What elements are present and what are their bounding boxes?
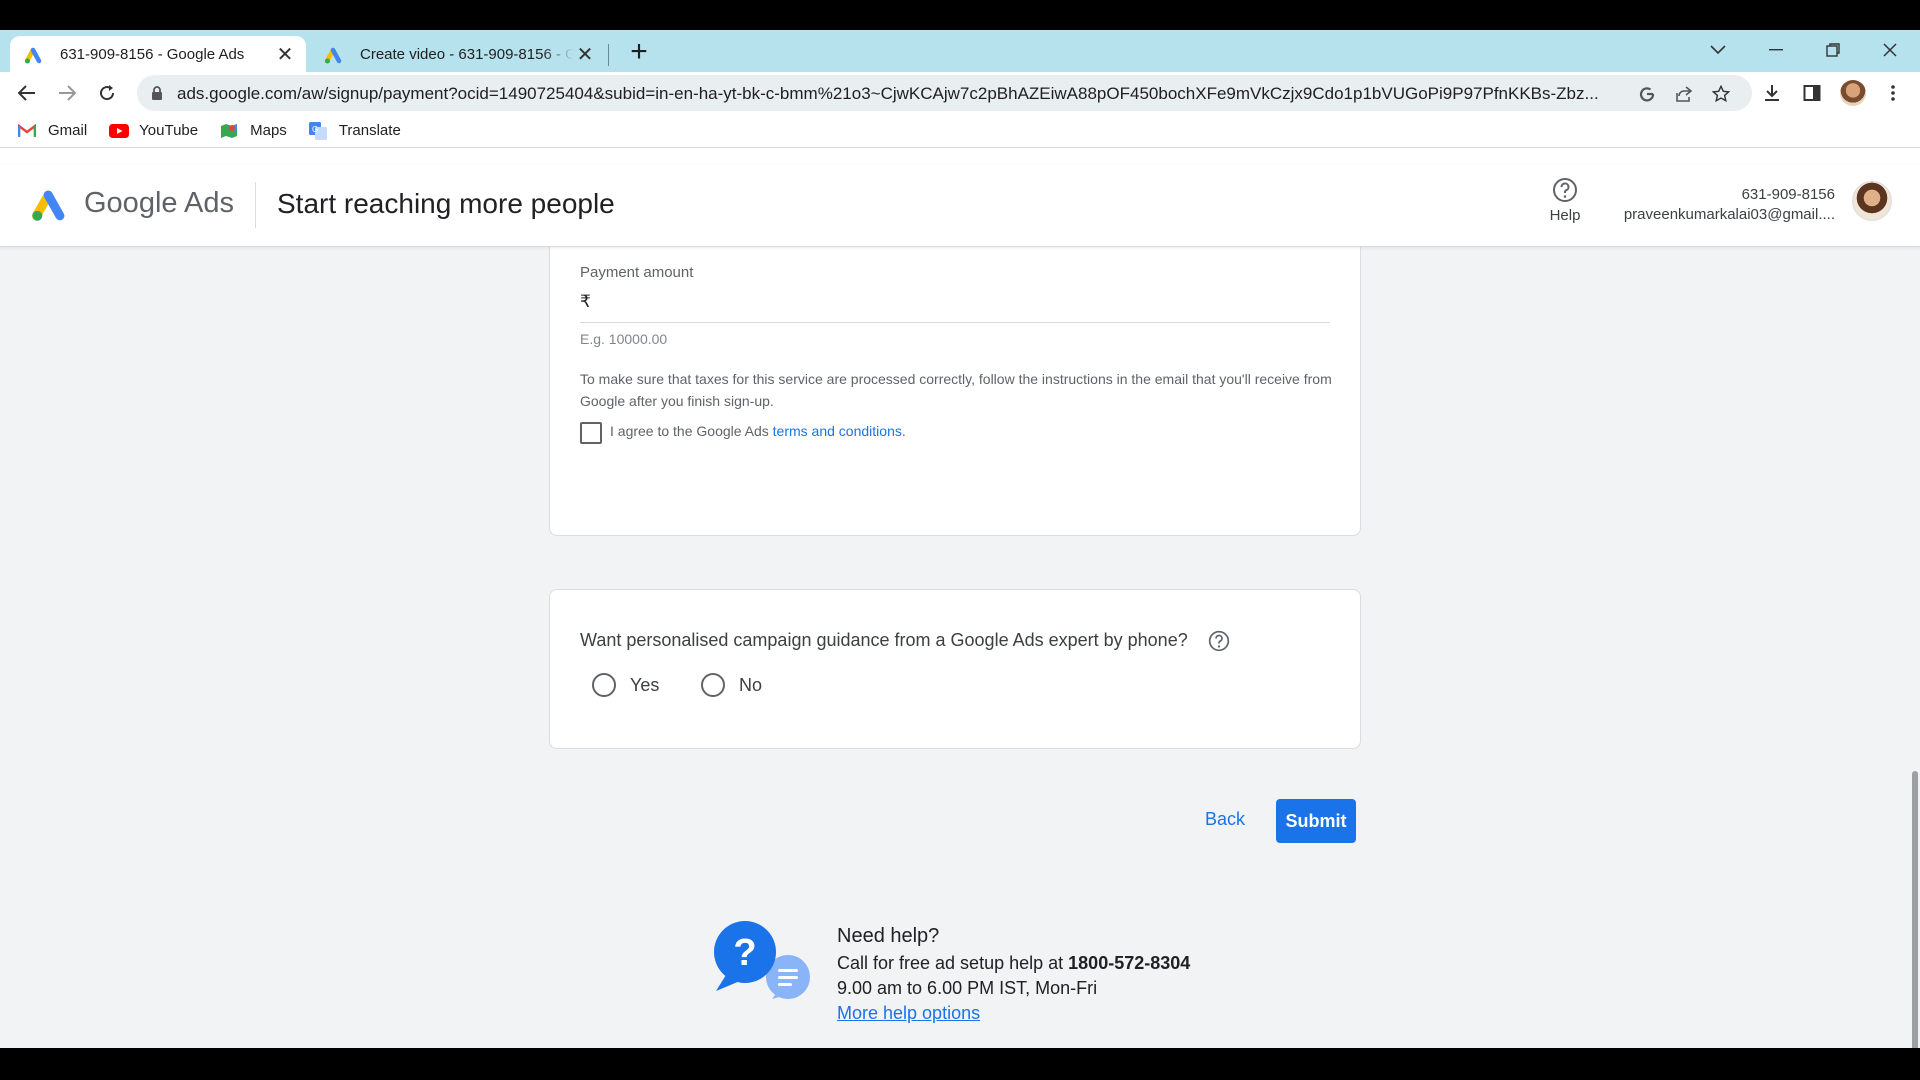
page-title: Start reaching more people (277, 188, 615, 219)
bookmark-translate[interactable]: G Translate (308, 121, 401, 140)
payment-amount-label: Payment amount (580, 264, 694, 281)
bookmarks-bar: Gmail YouTube Maps G Translate (0, 114, 1920, 148)
share-icon[interactable] (1672, 82, 1696, 106)
terms-link[interactable]: terms and conditions (773, 423, 902, 439)
tab-title: Create video - 631-909-8156 - Goo (360, 45, 574, 63)
help-label: Help (1549, 207, 1581, 224)
help-hours: 9.00 am to 6.00 PM IST, Mon-Fri (837, 978, 1098, 998)
svg-text:?: ? (733, 932, 756, 974)
scrollbar-thumb[interactable] (1912, 771, 1918, 1048)
guidance-question: Want personalised campaign guidance from… (580, 630, 1188, 650)
bookmark-youtube[interactable]: YouTube (109, 122, 198, 139)
bookmark-label: YouTube (139, 122, 199, 139)
tab-separator (608, 44, 609, 66)
radio-yes[interactable]: Yes (592, 673, 659, 697)
tab-create-video[interactable]: Create video - 631-909-8156 - Goo ✕ (316, 36, 606, 72)
google-ads-favicon-icon (324, 43, 346, 65)
reload-icon[interactable] (92, 78, 122, 108)
bookmark-label: Gmail (48, 122, 88, 139)
google-ads-favicon-icon (24, 43, 46, 65)
google-lens-icon[interactable] (1635, 82, 1659, 106)
brand-ads: Ads (183, 187, 234, 219)
radio-yes-label: Yes (630, 674, 660, 695)
need-help-block: Need help? Call for free ad setup help a… (837, 924, 1190, 1026)
radio-no[interactable]: No (701, 673, 762, 697)
gmail-icon (18, 123, 38, 139)
help-circle-icon (1552, 177, 1578, 203)
side-panel-icon[interactable] (1797, 78, 1827, 108)
terms-suffix: . (901, 423, 906, 439)
back-button[interactable]: Back (1195, 799, 1255, 839)
radio-no-label: No (739, 674, 763, 695)
header-divider (255, 182, 256, 228)
minimize-icon[interactable] (1756, 34, 1796, 66)
brand-name: Google Ads (84, 187, 234, 220)
tax-note: To make sure that taxes for this service… (580, 371, 1332, 409)
submit-button[interactable]: Submit (1276, 799, 1356, 843)
more-help-link[interactable]: More help options (837, 1003, 980, 1023)
download-icon[interactable] (1757, 78, 1787, 108)
address-bar[interactable]: ads.google.com/aw/signup/payment?ocid=14… (137, 75, 1752, 111)
terms-prefix: I agree to the Google Ads (610, 423, 769, 439)
close-tab-icon[interactable]: ✕ (274, 43, 296, 66)
account-email: praveenkumarkalai03@gmail.... (1623, 206, 1835, 223)
account-id: 631-909-8156 (1741, 186, 1835, 203)
tab-search-icon[interactable] (1698, 34, 1738, 66)
new-tab-button[interactable]: + (624, 37, 654, 68)
call-text: Call for free ad setup help at (837, 953, 1064, 973)
bookmark-label: Maps (250, 122, 287, 139)
help-phone: 1800-572-8304 (1068, 953, 1191, 973)
menu-kebab-icon[interactable] (1878, 78, 1908, 108)
radio-circle (592, 673, 616, 697)
help-button[interactable]: Help (1540, 177, 1590, 224)
bookmark-label: Translate (338, 122, 401, 139)
tab-google-ads[interactable]: 631-909-8156 - Google Ads ✕ (10, 36, 306, 72)
terms-label: I agree to the Google Ads terms and cond… (610, 423, 906, 439)
youtube-icon (109, 123, 130, 139)
back-arrow-icon[interactable] (12, 78, 42, 108)
tab-strip: 631-909-8156 - Google Ads ✕ Create video… (0, 30, 1920, 72)
terms-checkbox[interactable] (580, 422, 602, 444)
payment-amount-hint: E.g. 10000.00 (580, 331, 668, 347)
forward-arrow-icon[interactable] (52, 78, 82, 108)
currency-symbol: ₹ (580, 292, 591, 311)
bookmark-star-icon[interactable] (1709, 82, 1733, 106)
google-ads-logo-icon (30, 187, 70, 223)
screen: 631-909-8156 - Google Ads ✕ Create video… (0, 0, 1920, 1080)
close-tab-icon[interactable]: ✕ (574, 43, 596, 66)
account-info[interactable]: 631-909-8156 praveenkumarkalai03@gmail..… (1624, 185, 1835, 225)
maps-icon (220, 123, 240, 139)
close-window-icon[interactable] (1870, 34, 1910, 66)
restore-icon[interactable] (1813, 34, 1853, 66)
bookmark-gmail[interactable]: Gmail (18, 122, 87, 139)
bookmark-maps[interactable]: Maps (220, 122, 287, 139)
lock-icon (151, 85, 163, 106)
question-help-icon[interactable] (1208, 630, 1230, 652)
payment-amount-input[interactable] (600, 288, 1320, 320)
ads-header: Google Ads Start reaching more people He… (0, 165, 1920, 247)
url-text: ads.google.com/aw/signup/payment?ocid=14… (177, 84, 1599, 103)
tab-title: 631-909-8156 - Google Ads (60, 45, 245, 63)
brand-google: Google (84, 187, 178, 219)
need-help-title: Need help? (837, 925, 940, 947)
browser-window: 631-909-8156 - Google Ads ✕ Create video… (0, 30, 1920, 1048)
svg-text:G: G (312, 125, 318, 134)
browser-toolbar: ads.google.com/aw/signup/payment?ocid=14… (0, 72, 1920, 114)
payment-card: Payment amount ₹ E.g. 10000.00 To make s… (549, 247, 1361, 536)
guidance-card: Want personalised campaign guidance from… (549, 589, 1361, 749)
amount-underline (580, 322, 1330, 323)
help-chat-icon: ? (712, 919, 818, 1001)
need-help-call: Call for free ad setup help at 1800-572-… (837, 951, 1190, 976)
translate-icon: G (308, 121, 329, 140)
radio-circle (701, 673, 725, 697)
signup-content: Payment amount ₹ E.g. 10000.00 To make s… (0, 247, 1910, 1048)
profile-avatar-icon[interactable] (1838, 78, 1868, 108)
account-avatar[interactable] (1852, 181, 1892, 221)
